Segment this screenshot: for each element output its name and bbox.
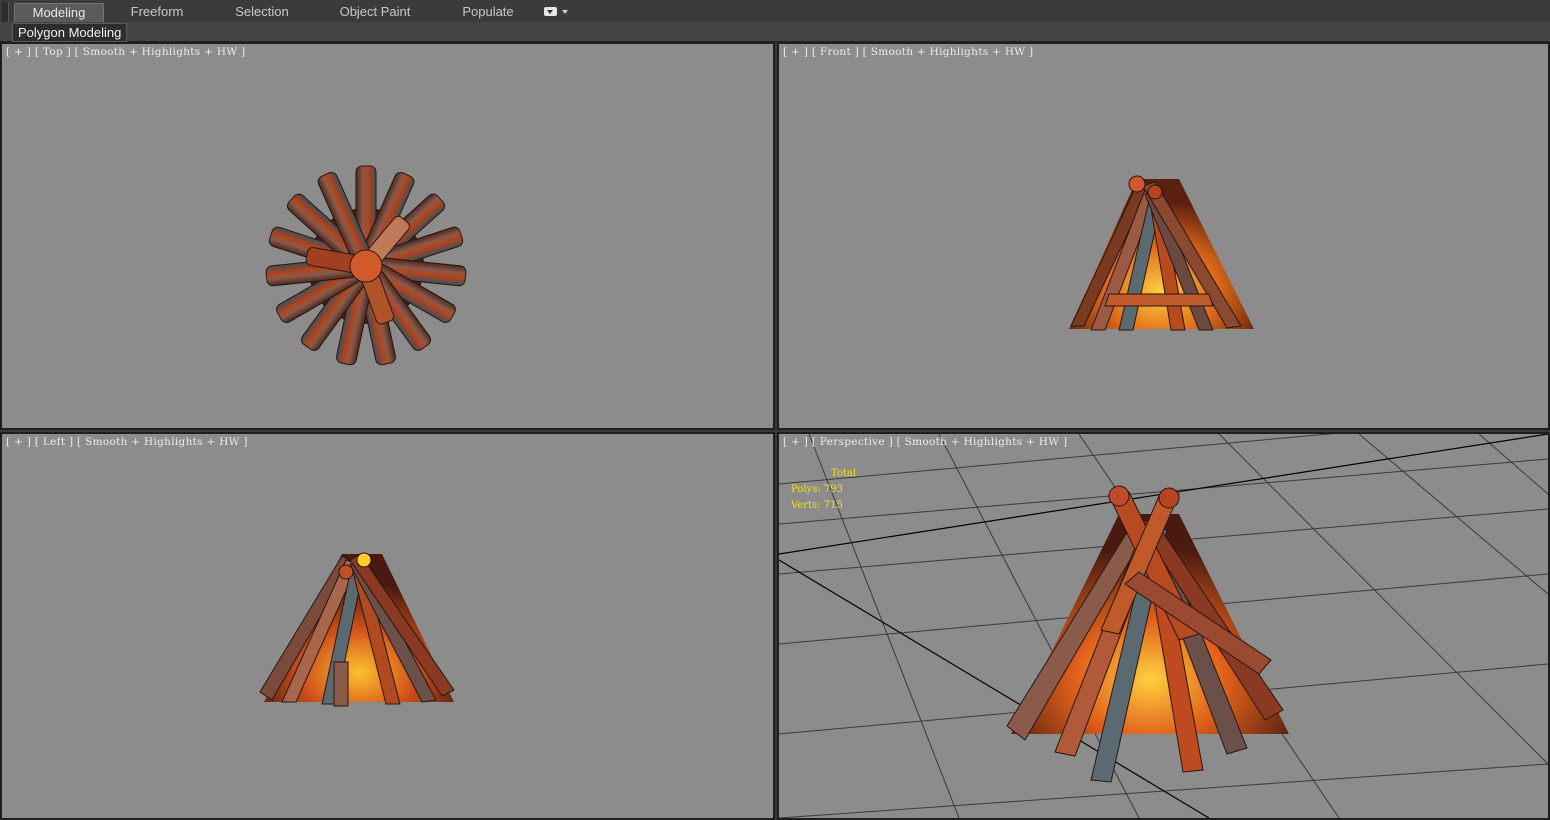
- view-menu-button[interactable]: Perspective: [820, 436, 885, 448]
- ribbon-panel-bar: Polygon Modeling: [0, 22, 1550, 42]
- ribbon-bar: Modeling Freeform Selection Object Paint…: [0, 0, 1550, 40]
- verts-label: Verts:: [791, 500, 821, 511]
- shading-menu-button[interactable]: Smooth + Highlights + HW: [85, 436, 240, 448]
- label-bracket: ]: [1059, 436, 1068, 448]
- viewport-label-left: [ + ] [ Left ] [ Smooth + Highlights + H…: [6, 436, 248, 448]
- label-bracket: ] [: [23, 436, 43, 448]
- label-bracket: ] [: [800, 436, 820, 448]
- label-bracket: [: [783, 436, 792, 448]
- label-bracket: ] [: [850, 46, 871, 58]
- tab-selection[interactable]: Selection: [220, 3, 304, 21]
- viewport-menu-button[interactable]: +: [14, 436, 23, 448]
- scene-statistics: Total Polys: 793 Verts: 715: [791, 466, 856, 514]
- view-menu-button[interactable]: Front: [820, 46, 851, 58]
- label-bracket: [: [6, 46, 15, 58]
- label-bracket: ] [: [23, 46, 43, 58]
- campfire-perspective-view: [779, 434, 1548, 818]
- stats-verts: Verts: 715: [791, 498, 856, 514]
- campfire-left-view: [259, 552, 455, 707]
- viewport-top[interactable]: [ + ] [ Top ] [ Smooth + Highlights + HW…: [0, 42, 775, 430]
- tab-object-paint[interactable]: Object Paint: [330, 3, 420, 21]
- viewport-left[interactable]: [ + ] [ Left ] [ Smooth + Highlights + H…: [0, 432, 775, 820]
- polygon-modeling-panel-button[interactable]: Polygon Modeling: [12, 23, 128, 42]
- campfire-front-view: [1069, 175, 1254, 331]
- viewport-menu-button[interactable]: +: [791, 436, 800, 448]
- view-menu-button[interactable]: Top: [43, 46, 63, 58]
- tab-freeform[interactable]: Freeform: [115, 3, 199, 21]
- viewport-perspective[interactable]: [ + ] [ Perspective ] [ Smooth + Highlig…: [777, 432, 1550, 820]
- label-bracket: ]: [239, 436, 248, 448]
- viewport-menu-button[interactable]: +: [791, 46, 800, 58]
- shading-menu-button[interactable]: Smooth + Highlights + HW: [871, 46, 1026, 58]
- label-bracket: [: [6, 436, 15, 448]
- tab-modeling[interactable]: Modeling: [14, 3, 104, 22]
- viewport-front[interactable]: [ + ] [ Front ] [ Smooth + Highlights + …: [777, 42, 1550, 430]
- ribbon-options-icon[interactable]: [544, 6, 570, 18]
- ribbon-options-box-icon: [544, 7, 557, 16]
- shading-menu-button[interactable]: Smooth + Highlights + HW: [905, 436, 1060, 448]
- shading-menu-button[interactable]: Smooth + Highlights + HW: [83, 46, 238, 58]
- view-menu-button[interactable]: Left: [43, 436, 66, 448]
- label-bracket: ] [: [884, 436, 905, 448]
- polys-value: 793: [823, 484, 843, 495]
- viewport-menu-button[interactable]: +: [14, 46, 23, 58]
- label-bracket: ]: [1025, 46, 1034, 58]
- viewport-label-perspective: [ + ] [ Perspective ] [ Smooth + Highlig…: [783, 436, 1067, 448]
- viewport-label-front: [ + ] [ Front ] [ Smooth + Highlights + …: [783, 46, 1033, 58]
- label-bracket: ]: [237, 46, 246, 58]
- label-bracket: ] [: [63, 46, 83, 58]
- stats-polys: Polys: 793: [791, 482, 856, 498]
- label-bracket: ] [: [65, 436, 86, 448]
- viewport-label-top: [ + ] [ Top ] [ Smooth + Highlights + HW…: [6, 46, 245, 58]
- label-bracket: [: [783, 46, 792, 58]
- verts-value: 715: [823, 500, 843, 511]
- label-bracket: ] [: [800, 46, 820, 58]
- campfire-top-view: [265, 165, 467, 366]
- tab-populate[interactable]: Populate: [446, 3, 530, 21]
- chevron-down-icon: [562, 10, 568, 14]
- polys-label: Polys:: [791, 484, 821, 495]
- stats-heading: Total: [831, 468, 857, 479]
